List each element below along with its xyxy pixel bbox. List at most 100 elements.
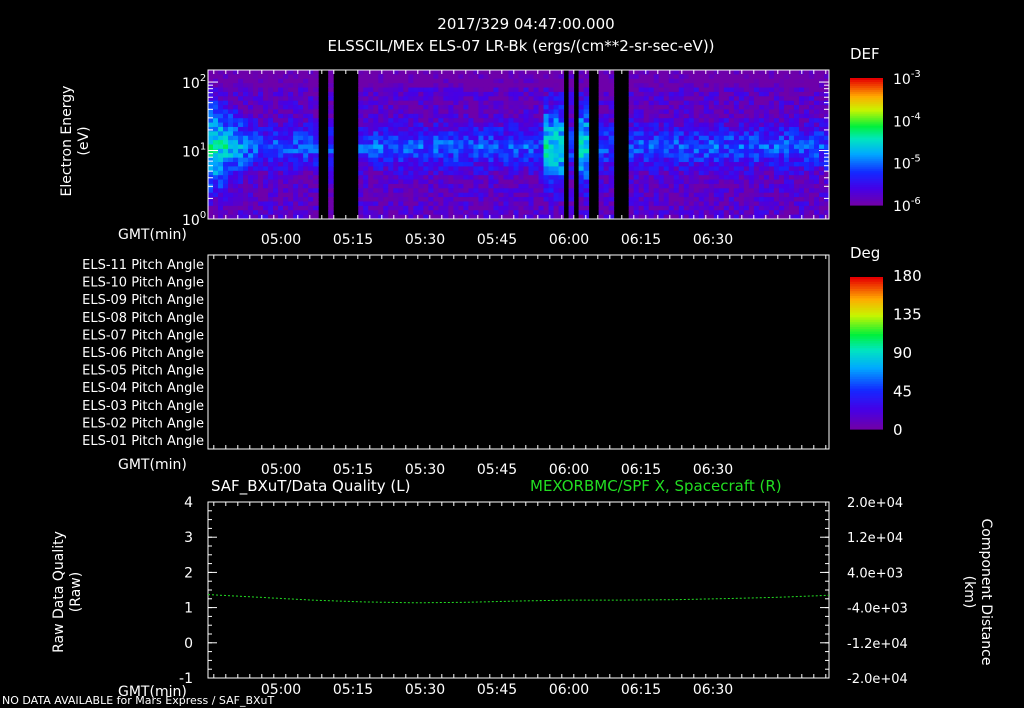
- spectrogram-cell: [713, 122, 720, 128]
- spectrogram-cell: [428, 131, 434, 137]
- spectrogram-cell: [428, 170, 434, 176]
- spectrogram-cell: [273, 210, 279, 216]
- spectrogram-cell: [743, 170, 750, 176]
- spectrogram-cell: [248, 135, 254, 141]
- spectrogram-cell: [448, 105, 454, 110]
- spectrogram-cell: [368, 118, 374, 124]
- spectrogram-cell: [723, 122, 730, 128]
- spectrogram-cell: [783, 166, 790, 172]
- spectrogram-cell: [403, 96, 409, 102]
- spectrogram-cell: [278, 166, 284, 172]
- spectrogram-cell: [278, 162, 284, 167]
- spectrogram-cell: [528, 87, 535, 93]
- spectrogram-cell: [488, 170, 494, 176]
- spectrogram-cell: [388, 162, 394, 167]
- spectrogram-cell: [608, 100, 615, 106]
- spectrogram-cell: [413, 100, 419, 106]
- spectrogram-cell: [303, 170, 309, 176]
- spectrogram-cell: [688, 118, 695, 124]
- spectrogram-cell: [638, 170, 645, 176]
- spectrogram-cell: [463, 144, 469, 150]
- spectrogram-cell: [413, 170, 419, 176]
- spectrogram-cell: [608, 113, 615, 119]
- spectrogram-cell: [263, 131, 269, 137]
- spectrogram-cell: [783, 126, 790, 132]
- spectrogram-cell: [698, 91, 705, 97]
- spectrogram-cell: [243, 87, 249, 93]
- spectrogram-cell: [578, 126, 585, 132]
- spectrogram-cell: [813, 126, 820, 132]
- spectrogram-cell: [733, 205, 740, 211]
- spectrogram-cell: [543, 109, 550, 115]
- spectrogram-cell: [433, 162, 439, 167]
- spectrogram-cell: [213, 183, 219, 189]
- spectrogram-cell: [748, 175, 755, 181]
- spectrogram-cell: [543, 197, 550, 202]
- spectrogram-cell: [748, 188, 755, 194]
- spectrogram-cell: [423, 205, 429, 211]
- spectrogram-cell: [243, 91, 249, 97]
- spectrogram-cell: [493, 87, 499, 93]
- spectrogram-cell: [818, 148, 825, 154]
- spectrogram-cell: [793, 157, 800, 163]
- spectrogram-cell: [603, 166, 610, 172]
- spectrogram-cell: [793, 166, 800, 172]
- spectrogram-cell: [723, 188, 730, 194]
- spectrogram-cell: [403, 131, 409, 137]
- spectrogram-cell: [218, 188, 224, 194]
- spectrogram-cell: [238, 83, 244, 89]
- spectrogram-cell: [268, 175, 274, 181]
- spectrogram-cell: [688, 131, 695, 137]
- time-axis-label-2: GMT(min): [118, 457, 187, 473]
- spectrogram-cell: [363, 210, 369, 216]
- spectrogram-cell: [278, 118, 284, 124]
- spectrogram-cell: [603, 197, 610, 202]
- spectrogram-cell: [663, 205, 670, 211]
- spectrogram-cell: [648, 157, 655, 163]
- spectrogram-cell: [518, 201, 525, 207]
- spectrogram-cell: [703, 192, 710, 198]
- spectrogram-cell: [378, 175, 384, 181]
- spectrogram-cell: [458, 140, 464, 145]
- spectrogram-cell: [528, 100, 535, 106]
- spectrogram-cell: [678, 144, 685, 150]
- spectrogram-cell: [258, 87, 264, 93]
- spectrogram-cell: [553, 201, 560, 207]
- spectrogram-cell: [403, 91, 409, 97]
- spectrogram-cell: [428, 70, 434, 75]
- spectrogram-cell: [693, 183, 700, 189]
- spectrogram-cell: [653, 109, 660, 115]
- spectrogram-cell: [598, 135, 605, 141]
- spectrogram-cell: [308, 91, 314, 97]
- spectrogram-cell: [633, 170, 640, 176]
- spectrogram-cell: [533, 135, 540, 141]
- spectrogram-cell: [793, 192, 800, 198]
- spectrogram-cell: [703, 201, 710, 207]
- spectrogram-cell: [258, 91, 264, 97]
- spectrogram-cell: [293, 126, 299, 132]
- spectrogram-cell: [213, 96, 219, 102]
- spectrogram-cell: [503, 140, 509, 145]
- spectrogram-cell: [663, 122, 670, 128]
- spectrogram-cell: [408, 87, 414, 93]
- spectrogram-cell: [648, 87, 655, 93]
- spectrogram-cell: [463, 96, 469, 102]
- spectrogram-cell: [763, 157, 770, 163]
- spectrogram-cell: [668, 205, 675, 211]
- spectrogram-cell: [273, 205, 279, 211]
- spectrogram-cell: [283, 210, 289, 216]
- spectrogram-cell: [228, 126, 234, 132]
- spectrogram-cell: [248, 91, 254, 97]
- spectrogram-cell: [363, 188, 369, 194]
- spectrogram-cell: [428, 135, 434, 141]
- spectrogram-cell: [703, 91, 710, 97]
- spectrogram-cell: [383, 166, 389, 172]
- spectrogram-cell: [578, 131, 585, 137]
- spectrogram-cell: [803, 78, 810, 84]
- spectrogram-cell: [778, 96, 785, 102]
- spectrogram-cell: [478, 135, 484, 141]
- spectrogram-cell: [748, 140, 755, 145]
- spectrogram-cell: [263, 192, 269, 198]
- spectrogram-cell: [523, 197, 530, 202]
- spectrogram-cell: [583, 118, 590, 124]
